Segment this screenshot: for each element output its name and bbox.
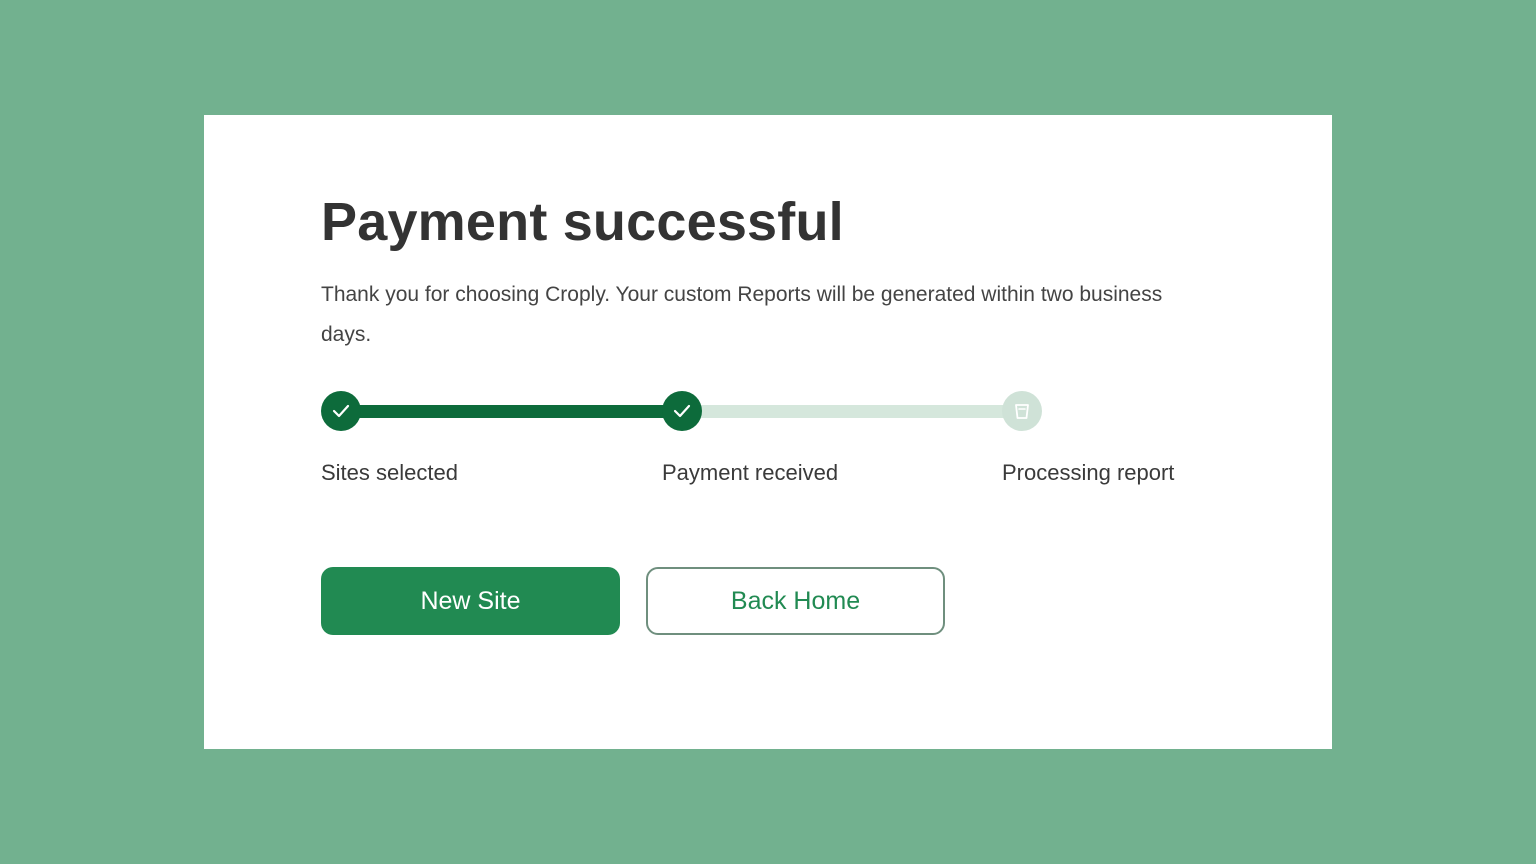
payment-success-card: Payment successful Thank you for choosin… (204, 115, 1332, 749)
step-label-sites-selected: Sites selected (321, 460, 458, 485)
progress-fill (341, 405, 682, 418)
step-sites-selected-indicator (321, 391, 361, 431)
page-title: Payment successful (321, 192, 844, 252)
step-label-processing-report: Processing report (1002, 460, 1175, 485)
cup-icon (1015, 404, 1029, 419)
step-payment-received-indicator (662, 391, 702, 431)
page-description: Thank you for choosing Croply. Your cust… (321, 283, 1163, 346)
check-icon (332, 404, 350, 418)
back-home-button[interactable]: Back Home (646, 567, 945, 635)
step-label-payment-received: Payment received (662, 460, 839, 485)
step-processing-report-indicator (1002, 391, 1042, 431)
check-icon (673, 404, 691, 418)
new-site-button[interactable]: New Site (321, 567, 620, 635)
